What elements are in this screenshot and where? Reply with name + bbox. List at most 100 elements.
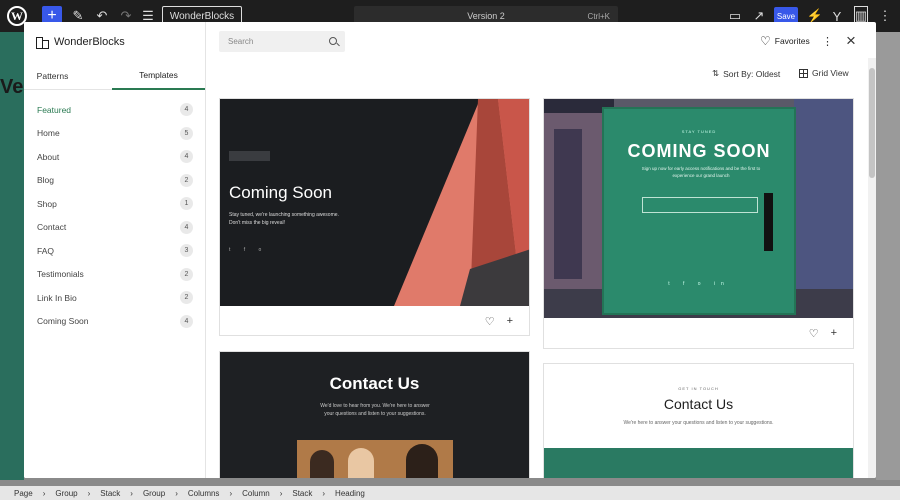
category-faq[interactable]: FAQ 3 bbox=[24, 239, 206, 263]
breadcrumb-separator: › bbox=[322, 488, 326, 498]
category-label: Featured bbox=[37, 104, 72, 115]
card-subtitle: Stay tuned, we're launching something aw… bbox=[229, 212, 339, 226]
library-sidebar: WonderBlocks Patterns Templates Featured… bbox=[24, 22, 206, 478]
tab-patterns[interactable]: Patterns bbox=[24, 62, 81, 90]
category-label: Shop bbox=[37, 198, 57, 209]
breadcrumb-item[interactable]: Columns bbox=[188, 489, 220, 498]
template-preview[interactable]: STAY TUNED COMING SOON Sign up now for e… bbox=[544, 99, 853, 318]
library-tabs: Patterns Templates bbox=[24, 62, 206, 90]
social-icons: t f o bbox=[229, 247, 268, 253]
breadcrumb-item[interactable]: Group bbox=[143, 489, 165, 498]
card-actions: ♡ + bbox=[485, 315, 513, 328]
category-label: Blog bbox=[37, 175, 55, 186]
card-subtitle: We'd love to hear from you. We're here t… bbox=[320, 403, 430, 417]
options-icon[interactable]: ⋮ bbox=[878, 6, 892, 26]
card-subtitle: We're here to answer your questions and … bbox=[623, 420, 774, 426]
category-count: 3 bbox=[180, 244, 193, 257]
breadcrumb-item[interactable]: Stack bbox=[100, 489, 120, 498]
breadcrumb-separator: › bbox=[229, 488, 233, 498]
template-preview[interactable]: GET IN TOUCH Contact Us We're here to an… bbox=[544, 364, 853, 478]
add-template-icon[interactable]: + bbox=[507, 315, 513, 328]
editor-sidebar-right bbox=[876, 32, 900, 480]
category-about[interactable]: About 4 bbox=[24, 145, 206, 169]
breadcrumb-separator: › bbox=[130, 488, 133, 498]
search-input[interactable] bbox=[219, 31, 319, 52]
person-figure bbox=[348, 448, 374, 478]
breadcrumb-item[interactable]: Stack bbox=[292, 489, 312, 498]
breadcrumb-item[interactable]: Page bbox=[14, 489, 33, 498]
category-label: About bbox=[37, 151, 60, 162]
card-title: COMING SOON bbox=[627, 141, 771, 161]
category-count: 5 bbox=[180, 126, 193, 140]
breadcrumb: Page › Group › Stack › Group › Columns › Colu… bbox=[0, 486, 900, 500]
more-options-icon[interactable]: ⋮ bbox=[822, 35, 833, 48]
library-brand-name: WonderBlocks bbox=[54, 36, 125, 48]
breadcrumb-separator: › bbox=[175, 488, 178, 498]
template-preview[interactable]: Coming Soon Stay tuned, we're launching … bbox=[220, 99, 529, 306]
category-blog[interactable]: Blog 2 bbox=[24, 169, 206, 193]
category-count: 2 bbox=[180, 291, 193, 304]
sort-button[interactable]: ⇅ Sort By: Oldest bbox=[712, 68, 780, 79]
category-label: Home bbox=[37, 128, 60, 139]
wonderblocks-button-label: WonderBlocks bbox=[169, 10, 235, 22]
grid-icon bbox=[799, 68, 808, 78]
favorite-heart-icon[interactable]: ♡ bbox=[809, 327, 819, 340]
tab-templates[interactable]: Templates bbox=[112, 62, 205, 90]
social-icons: t f o in bbox=[668, 281, 730, 287]
category-contact[interactable]: Contact 4 bbox=[24, 216, 206, 240]
category-label: Link In Bio bbox=[37, 292, 77, 303]
category-count: 4 bbox=[180, 220, 193, 234]
favorite-heart-icon[interactable]: ♡ bbox=[485, 315, 495, 328]
template-card[interactable]: Contact Us We'd love to hear from you. W… bbox=[219, 351, 530, 478]
category-count: 4 bbox=[180, 103, 193, 116]
template-card[interactable]: STAY TUNED COMING SOON Sign up now for e… bbox=[543, 98, 854, 349]
category-count: 2 bbox=[180, 173, 193, 187]
command-shortcut: Ctrl+K bbox=[587, 11, 610, 21]
close-icon[interactable]: × bbox=[844, 31, 858, 51]
form-band bbox=[544, 448, 853, 478]
search-icon[interactable] bbox=[329, 37, 337, 45]
wonderblocks-library-modal: WonderBlocks Patterns Templates Featured… bbox=[24, 22, 876, 478]
category-label: Contact bbox=[37, 222, 67, 233]
card-title: Coming Soon bbox=[229, 183, 333, 202]
breadcrumb-item[interactable]: Heading bbox=[335, 489, 365, 498]
card-title: Contact Us bbox=[663, 396, 734, 412]
category-testimonials[interactable]: Testimonials 2 bbox=[24, 263, 206, 287]
person-figure bbox=[310, 450, 334, 478]
breadcrumb-item[interactable]: Group bbox=[55, 489, 77, 498]
breadcrumb-item[interactable]: Column bbox=[242, 489, 270, 498]
coming-soon-panel: STAY TUNED COMING SOON Sign up now for e… bbox=[602, 107, 796, 315]
category-coming-soon[interactable]: Coming Soon 4 bbox=[24, 310, 206, 334]
view-toggle-button[interactable]: Grid View bbox=[799, 68, 849, 78]
breadcrumb-separator: › bbox=[42, 488, 46, 498]
template-preview[interactable]: Contact Us We'd love to hear from you. W… bbox=[220, 352, 529, 478]
search-box bbox=[219, 31, 345, 52]
editor-canvas-left: Ve bbox=[0, 32, 24, 480]
scrollbar[interactable] bbox=[868, 58, 876, 478]
heart-icon: ♡ bbox=[760, 34, 771, 48]
category-shop[interactable]: Shop 1 bbox=[24, 192, 206, 216]
template-card[interactable]: GET IN TOUCH Contact Us We're here to an… bbox=[543, 363, 854, 478]
sort-icon: ⇅ bbox=[712, 68, 720, 78]
category-home[interactable]: Home 5 bbox=[24, 122, 206, 146]
card-title: Contact Us bbox=[329, 374, 420, 393]
save-button-label: Save bbox=[776, 11, 796, 21]
scrollbar-thumb[interactable] bbox=[869, 68, 875, 178]
category-label: Testimonials bbox=[37, 269, 84, 280]
breadcrumb-separator: › bbox=[279, 488, 283, 498]
library-brand: WonderBlocks bbox=[36, 36, 125, 49]
favorites-button[interactable]: ♡ Favorites bbox=[760, 35, 810, 47]
document-title: Version 2 bbox=[467, 11, 505, 21]
category-label: Coming Soon bbox=[37, 316, 89, 327]
category-featured[interactable]: Featured 4 bbox=[24, 98, 206, 122]
canvas-heading-fragment: Ve bbox=[0, 76, 24, 98]
email-field bbox=[642, 197, 758, 213]
add-template-icon[interactable]: + bbox=[831, 327, 837, 340]
category-count: 4 bbox=[180, 150, 193, 163]
card-subtitle: Sign up now for early access notificatio… bbox=[641, 166, 761, 178]
sort-label: Sort By: Oldest bbox=[723, 68, 781, 79]
template-card[interactable]: Coming Soon Stay tuned, we're launching … bbox=[219, 98, 530, 336]
wonderblocks-logo-icon bbox=[36, 37, 49, 49]
logo-placeholder bbox=[229, 151, 270, 161]
category-link-in-bio[interactable]: Link In Bio 2 bbox=[24, 286, 206, 310]
